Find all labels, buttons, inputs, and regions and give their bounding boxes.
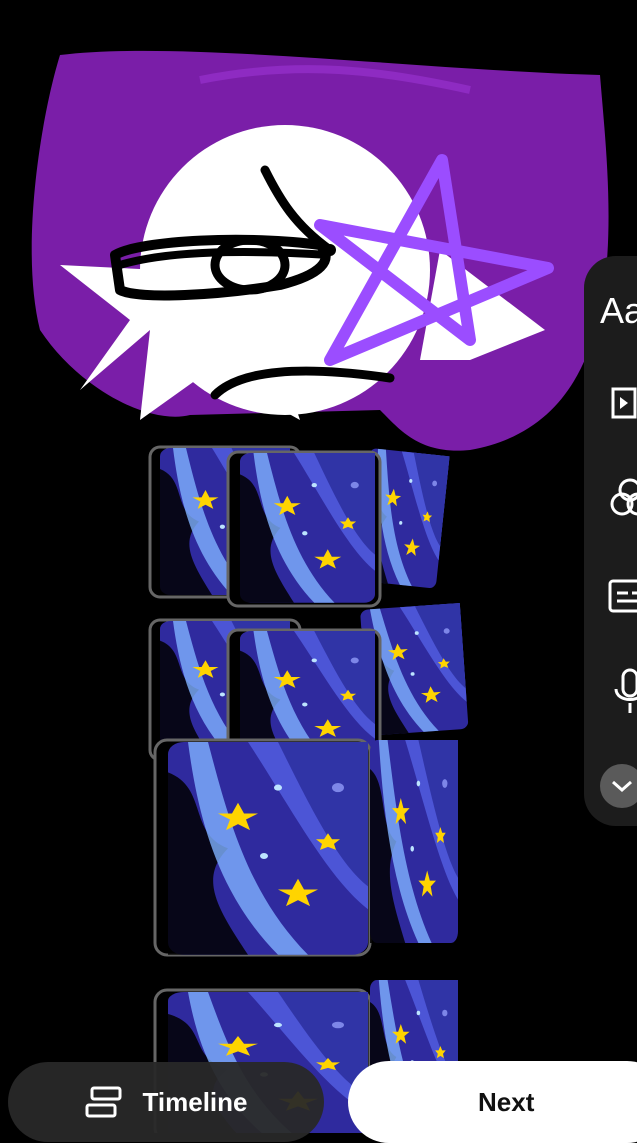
next-label: Next bbox=[478, 1086, 535, 1117]
side-tool-rail: Aa bbox=[584, 256, 637, 826]
sticker-stack bbox=[148, 445, 469, 1133]
text-tool-button[interactable]: Aa bbox=[600, 286, 637, 336]
chevron-down-icon bbox=[612, 780, 632, 793]
captions-tool-button[interactable] bbox=[600, 574, 637, 618]
split-tool-button[interactable] bbox=[600, 381, 637, 425]
next-button[interactable]: Next bbox=[348, 1061, 637, 1143]
microphone-icon bbox=[614, 668, 637, 713]
filters-tool-button[interactable] bbox=[600, 476, 637, 520]
timeline-label: Timeline bbox=[142, 1086, 248, 1117]
text-tool-label: Aa bbox=[600, 290, 637, 331]
editor-canvas bbox=[31, 50, 609, 1133]
captions-icon bbox=[608, 579, 637, 613]
more-tools-button[interactable] bbox=[600, 764, 637, 808]
voiceover-tool-button[interactable] bbox=[600, 666, 637, 716]
timeline-icon bbox=[85, 1086, 122, 1118]
bottom-action-bar: Timeline Next bbox=[0, 1058, 637, 1143]
timeline-button[interactable]: Timeline bbox=[8, 1062, 324, 1142]
clip-split-icon bbox=[611, 387, 637, 419]
filters-icon bbox=[610, 478, 637, 516]
